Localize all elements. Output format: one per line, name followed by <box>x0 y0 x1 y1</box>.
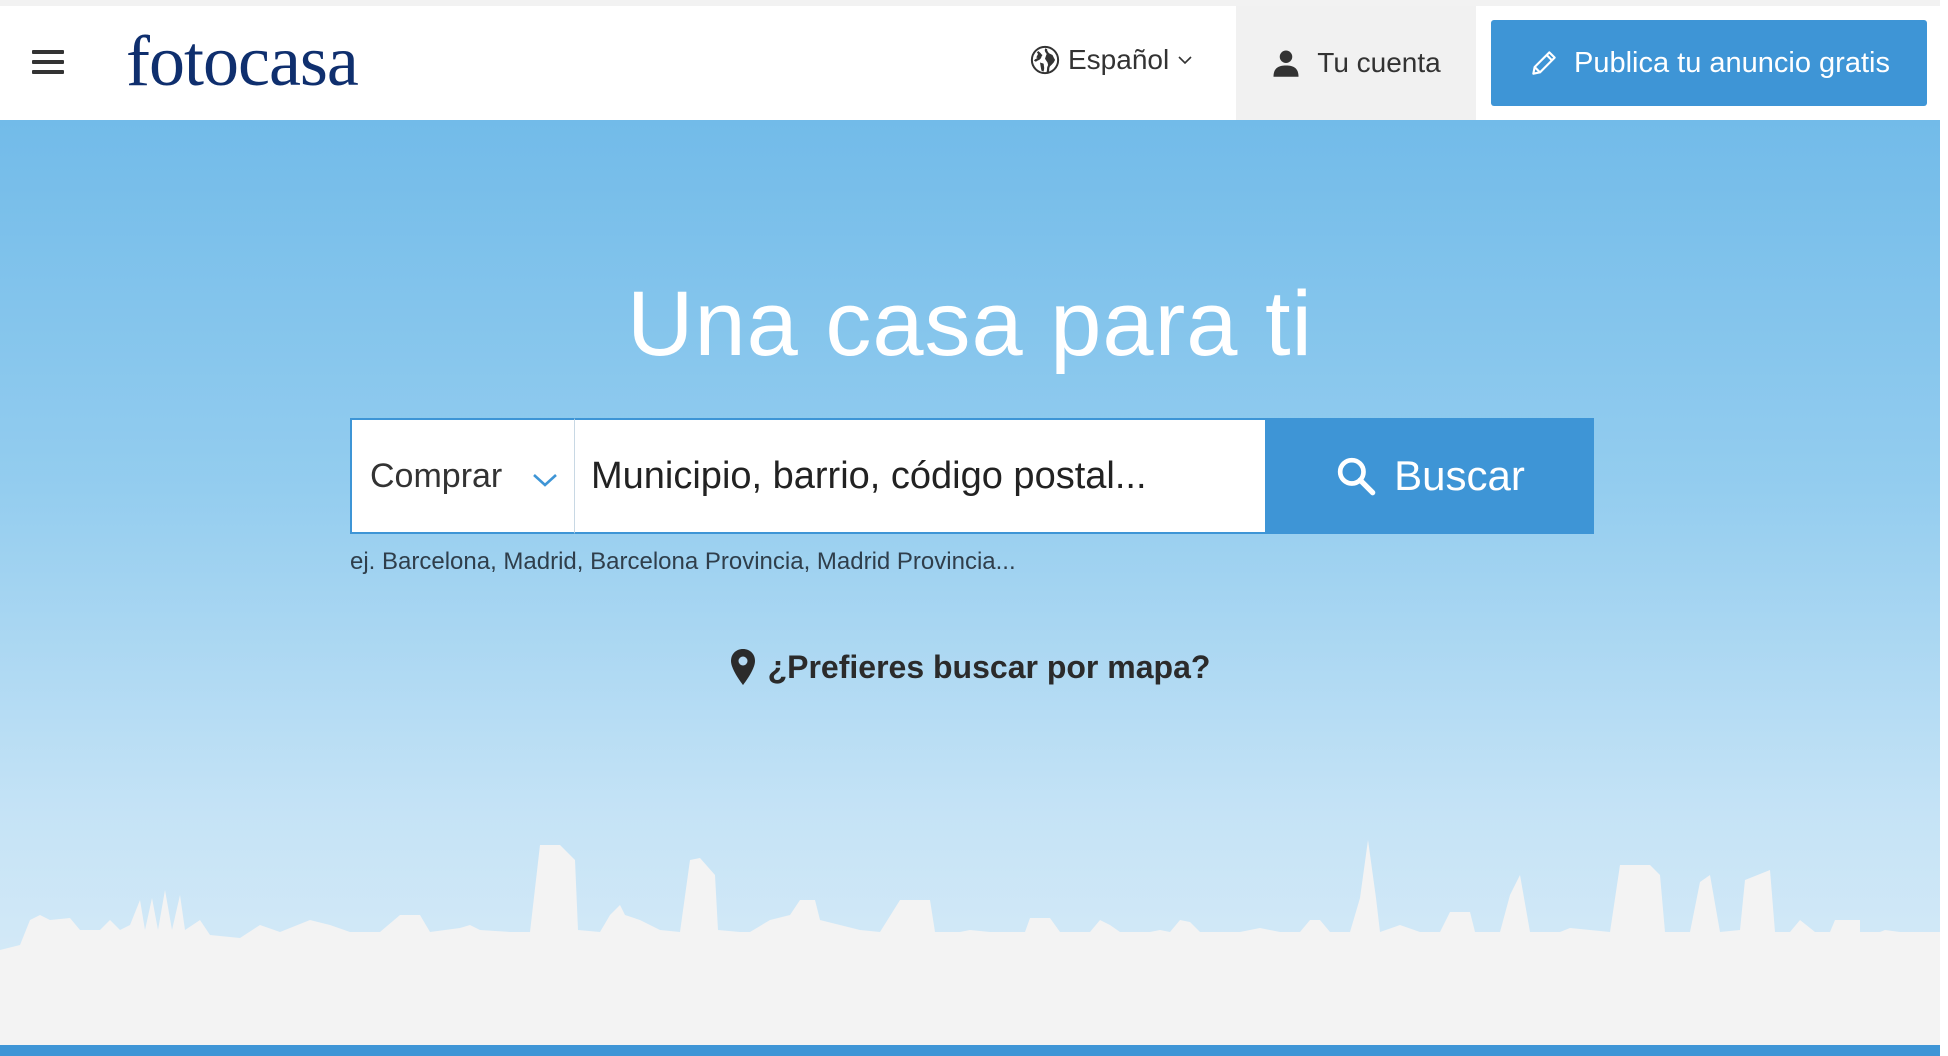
operation-selected-value: Comprar <box>370 456 503 495</box>
menu-line <box>32 50 64 54</box>
fotocasa-logo[interactable]: fotocasa <box>126 16 359 106</box>
globe-icon <box>1030 45 1060 75</box>
publish-ad-button[interactable]: Publica tu anuncio gratis <box>1491 20 1927 106</box>
user-icon <box>1273 50 1299 77</box>
chevron-down-icon <box>533 474 557 487</box>
hero-search-section: Una casa para ti Comprar Buscar ej. Barc… <box>0 120 1940 1045</box>
menu-line <box>32 60 64 64</box>
search-button-label: Buscar <box>1394 452 1525 499</box>
site-header: fotocasa Español Tu cuenta Publica tu an… <box>0 0 1948 120</box>
map-search-label: ¿Prefieres buscar por mapa? <box>767 648 1211 685</box>
search-form: Comprar Buscar <box>350 418 1594 534</box>
pencil-icon <box>1532 51 1556 75</box>
search-icon <box>1337 457 1376 496</box>
hamburger-menu-icon[interactable] <box>32 50 64 74</box>
account-button[interactable]: Tu cuenta <box>1236 6 1476 120</box>
menu-line <box>32 70 64 74</box>
map-search-link[interactable]: ¿Prefieres buscar por mapa? <box>0 648 1940 686</box>
header-top-strip <box>0 0 1948 6</box>
search-examples-hint: ej. Barcelona, Madrid, Barcelona Provinc… <box>350 548 1016 575</box>
operation-select[interactable]: Comprar <box>350 418 575 534</box>
chevron-down-icon <box>1178 56 1192 65</box>
hero-title: Una casa para ti <box>627 273 1313 375</box>
city-skyline-illustration <box>0 840 1940 1045</box>
map-pin-icon <box>730 649 755 685</box>
language-label: Español <box>1068 44 1170 75</box>
publish-ad-label: Publica tu anuncio gratis <box>1574 46 1890 79</box>
location-search-input[interactable] <box>575 418 1267 534</box>
language-selector[interactable]: Español <box>1030 38 1193 82</box>
bottom-accent-bar <box>0 1045 1940 1056</box>
search-button[interactable]: Buscar <box>1267 418 1594 534</box>
account-label: Tu cuenta <box>1317 47 1441 78</box>
page-right-edge <box>1940 0 1948 1056</box>
